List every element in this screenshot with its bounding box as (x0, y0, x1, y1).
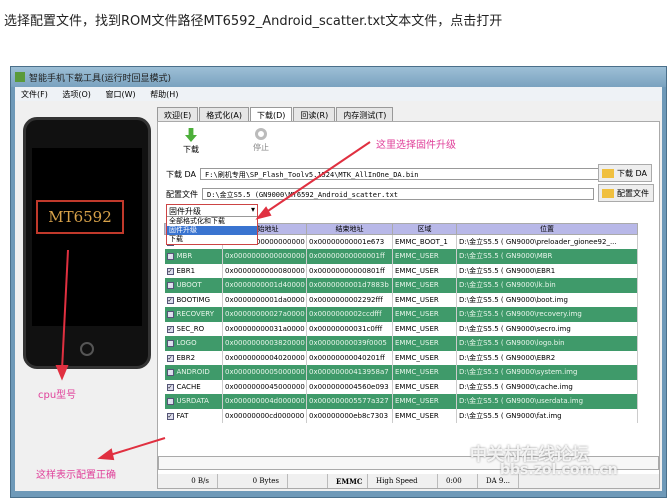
arrow-to-dropdown (261, 141, 371, 216)
annotation-config-ok: 这样表示配置正确 (36, 470, 116, 481)
annotation-firmware: 这里选择固件升级 (376, 140, 456, 151)
watermark-url: bbs.zol.com.cn (500, 462, 618, 478)
arrow-to-config (109, 437, 166, 456)
arrow-to-cpu (61, 249, 69, 371)
annotation-arrows (55, 141, 371, 461)
annotation-cpu: cpu型号 (38, 390, 77, 401)
